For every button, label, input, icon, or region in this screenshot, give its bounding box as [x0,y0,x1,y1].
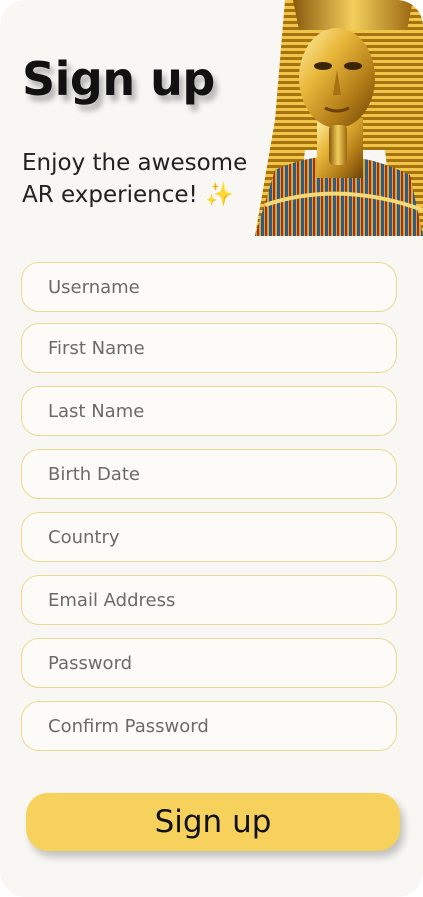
confirm-password-input[interactable] [48,702,396,750]
password-field[interactable] [21,638,397,688]
country-field[interactable] [21,512,397,562]
confirm-password-field[interactable] [21,701,397,751]
first-name-field[interactable] [21,323,397,373]
password-input[interactable] [48,639,396,687]
signup-form: Sign up [0,0,423,897]
email-field[interactable] [21,575,397,625]
sign-up-button[interactable]: Sign up [26,793,400,851]
birth-date-field[interactable] [21,449,397,499]
email-input[interactable] [48,576,396,624]
username-field[interactable] [21,262,397,312]
username-input[interactable] [48,263,396,311]
signup-screen: Sign up Enjoy the awesome AR experience!… [0,0,423,897]
country-input[interactable] [48,513,396,561]
first-name-input[interactable] [48,324,396,372]
birth-date-input[interactable] [48,450,396,498]
last-name-input[interactable] [48,387,396,435]
last-name-field[interactable] [21,386,397,436]
